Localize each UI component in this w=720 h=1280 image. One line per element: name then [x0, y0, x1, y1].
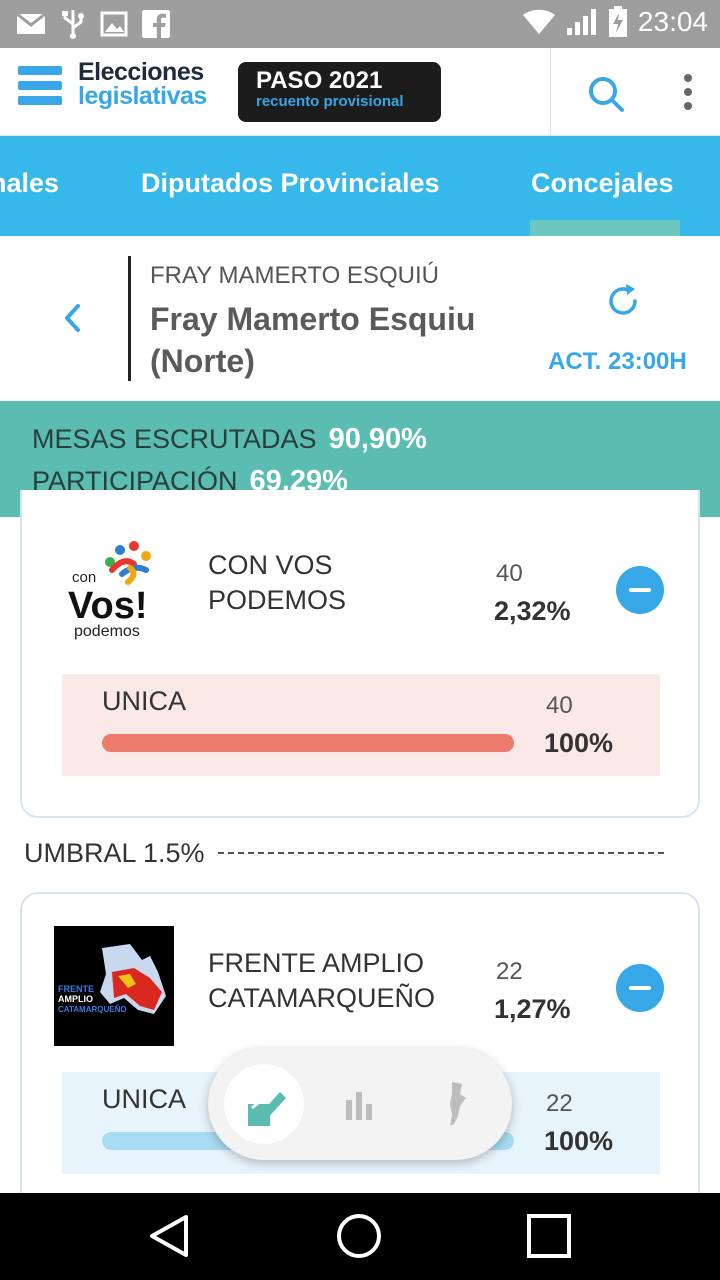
- threshold-line: [218, 852, 664, 854]
- tab-diputados-provinciales[interactable]: Diputados Provinciales: [141, 168, 440, 199]
- logo-text-frente: FRENTE: [58, 984, 94, 994]
- floating-nav: [208, 1048, 512, 1160]
- signal-icon: [566, 9, 596, 35]
- party-name-line2: PODEMOS: [208, 585, 347, 615]
- chevron-left-icon[interactable]: [58, 298, 88, 338]
- facebook-icon: [142, 10, 170, 38]
- list-progress-fill: [102, 734, 514, 752]
- paso-badge: PASO 2021 recuento provisional: [238, 62, 441, 122]
- logo-line2: legislativas: [78, 82, 207, 110]
- collapse-minus-icon[interactable]: [616, 964, 664, 1012]
- nav-vote-button[interactable]: [224, 1064, 304, 1144]
- con-vos-podemos-logo: con Vos! podemos: [68, 541, 151, 640]
- logo-text-podemos: podemos: [74, 623, 140, 640]
- app-header: Elecciones legislativas PASO 2021 recuen…: [0, 48, 720, 136]
- system-navigation-bar: [0, 1193, 720, 1280]
- party-votes: 22: [496, 958, 523, 985]
- battery-charging-icon: [608, 6, 627, 37]
- party-name-line1: CON VOS: [208, 550, 333, 580]
- recents-square-icon[interactable]: [526, 1213, 572, 1259]
- party-name: FRENTE AMPLIO CATAMARQUEÑO: [208, 946, 435, 1016]
- last-update-label: ACT. 23:00H: [548, 348, 687, 375]
- status-bar: 23:04: [0, 0, 720, 48]
- list-name: UNICA: [102, 686, 187, 716]
- home-circle-icon[interactable]: [336, 1213, 382, 1259]
- mesas-row: MESAS ESCRUTADAS 90,90%: [32, 423, 427, 456]
- party-percent: 1,27%: [494, 994, 571, 1024]
- list-percent: 100%: [544, 728, 614, 758]
- usb-icon: [62, 10, 84, 39]
- frente-amplio-catamarqueno-logo: FRENTE AMPLIO CATAMARQUEÑO: [54, 926, 174, 1046]
- header-divider: [550, 48, 551, 136]
- wifi-icon: [522, 9, 555, 34]
- bar-chart-icon: [346, 1092, 372, 1120]
- more-vert-icon[interactable]: [678, 72, 698, 116]
- vote-icon: [248, 1092, 286, 1126]
- list-percent: 100%: [544, 1126, 614, 1156]
- nav-results-button[interactable]: [320, 1064, 400, 1144]
- party-percent: 2,32%: [494, 596, 571, 626]
- collapse-minus-icon[interactable]: [616, 566, 664, 614]
- clock: 23:04: [637, 6, 708, 37]
- search-icon[interactable]: [584, 72, 628, 116]
- party-name-line2: CATAMARQUEÑO: [208, 983, 436, 1013]
- party-name-line1: FRENTE AMPLIO: [208, 948, 425, 978]
- logo-line1: Elecciones: [78, 58, 204, 86]
- app-logo[interactable]: Elecciones legislativas: [78, 58, 207, 110]
- tab-senadores-provinciales[interactable]: nales: [0, 168, 59, 199]
- list-row: UNICA 40 100%: [62, 674, 660, 776]
- threshold-label: UMBRAL 1.5%: [24, 838, 205, 868]
- party-votes: 40: [496, 560, 523, 587]
- logo-text-con: con: [72, 569, 96, 586]
- location-divider: [128, 256, 131, 381]
- list-name: UNICA: [102, 1084, 187, 1114]
- paso-badge-subtitle: recuento provisional: [256, 93, 404, 110]
- logo-text-amplio: AMPLIO: [58, 994, 93, 1004]
- list-votes: 22: [546, 1090, 573, 1117]
- section-name: Fray Mamerto Esquiu (Norte): [150, 301, 476, 379]
- argentina-map-icon: [450, 1082, 466, 1126]
- logo-text-vos: Vos!: [68, 585, 148, 627]
- mesas-value: 90,90%: [328, 423, 427, 455]
- back-triangle-icon[interactable]: [146, 1213, 192, 1259]
- mail-icon: [16, 13, 46, 34]
- image-icon: [100, 11, 128, 37]
- tab-concejales[interactable]: Concejales: [531, 168, 674, 199]
- paso-badge-title: PASO 2021: [256, 67, 383, 94]
- list-votes: 40: [546, 692, 573, 719]
- argentina-flag-logo-icon: [18, 66, 62, 106]
- refresh-icon[interactable]: [602, 280, 644, 322]
- location-header: FRAY MAMERTO ESQUIÚ Fray Mamerto Esquiu …: [0, 236, 720, 401]
- party-name: CON VOS PODEMOS: [208, 548, 346, 618]
- active-tab-indicator: [530, 220, 680, 236]
- party-card[interactable]: con Vos! podemos CON VOS PODEMOS 40 2,32…: [20, 490, 700, 818]
- nav-map-button[interactable]: [416, 1064, 496, 1144]
- mesas-label: MESAS ESCRUTADAS: [32, 424, 317, 454]
- district-name: FRAY MAMERTO ESQUIÚ: [150, 262, 439, 289]
- list-progress-bar: [102, 734, 514, 752]
- logo-text-catamarqueno: CATAMARQUEÑO: [58, 1005, 127, 1014]
